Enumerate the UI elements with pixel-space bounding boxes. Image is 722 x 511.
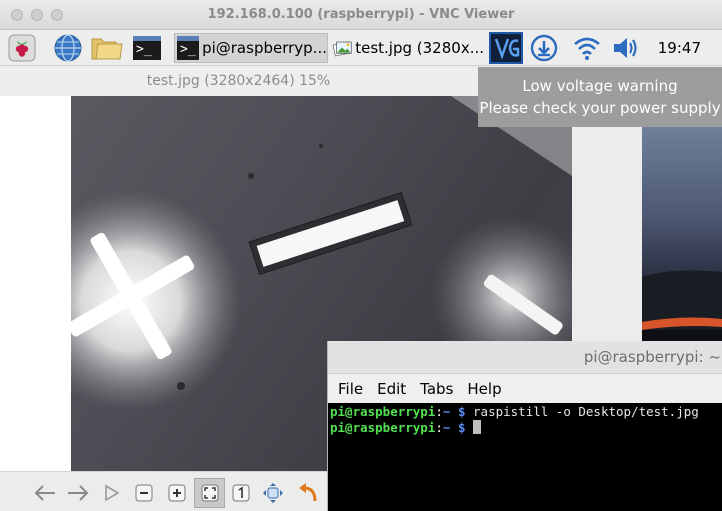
updates-tray-button[interactable] bbox=[528, 33, 560, 63]
volume-tray-button[interactable] bbox=[610, 33, 642, 63]
menu-tabs[interactable]: Tabs bbox=[420, 380, 453, 398]
terminal-line: pi@raspberrypi:~ $ bbox=[330, 420, 721, 436]
file-manager-launcher[interactable] bbox=[90, 33, 124, 63]
fit-window-icon bbox=[201, 484, 218, 502]
download-icon bbox=[530, 34, 558, 62]
low-voltage-tooltip: Low voltage warning Please check your po… bbox=[478, 67, 722, 127]
taskbar-task-label: test.jpg (3280x... bbox=[355, 39, 484, 57]
taskbar-task-terminal[interactable]: >_ pi@raspberryp... bbox=[174, 33, 328, 63]
terminal-window[interactable]: pi@raspberrypi: ~ File Edit Tabs Help pi… bbox=[327, 341, 722, 511]
menu-file[interactable]: File bbox=[338, 380, 363, 398]
image-viewer-toolbar bbox=[0, 471, 330, 511]
terminal-output[interactable]: pi@raspberrypi:~ $ raspistill -o Desktop… bbox=[328, 403, 722, 511]
terminal-icon: >_ bbox=[133, 36, 161, 60]
arrow-left-icon bbox=[34, 485, 55, 501]
full-screen-button[interactable] bbox=[260, 480, 286, 506]
zoom-out-icon bbox=[135, 484, 153, 502]
terminal-menubar: File Edit Tabs Help bbox=[328, 374, 722, 403]
wifi-tray-button[interactable] bbox=[571, 33, 603, 63]
prompt-path: ~ bbox=[442, 420, 451, 435]
rotate-icon bbox=[299, 483, 317, 502]
rotate-button[interactable] bbox=[295, 480, 321, 506]
previous-image-button[interactable] bbox=[32, 480, 58, 506]
menu-help[interactable]: Help bbox=[467, 380, 501, 398]
raspberry-menu-button[interactable] bbox=[6, 33, 38, 63]
terminal-icon: >_ bbox=[177, 36, 200, 60]
zoom-in-icon bbox=[168, 484, 186, 502]
taskbar-task-label: pi@raspberryp... bbox=[202, 39, 327, 57]
window-titlebar[interactable]: 192.168.0.100 (raspberrypi) - VNC Viewer bbox=[0, 0, 722, 30]
tooltip-line-1: Low voltage warning bbox=[522, 77, 678, 95]
tooltip-line-2: Please check your power supply bbox=[479, 99, 721, 117]
taskbar-task-image-viewer[interactable]: test.jpg (3280x... bbox=[332, 33, 484, 63]
terminal-command: raspistill -o Desktop/test.jpg bbox=[473, 404, 699, 419]
arrow-right-icon bbox=[68, 485, 89, 501]
taskbar: >_ >_ pi@raspberryp... test.jpg (3280x..… bbox=[0, 30, 722, 66]
vnc-icon bbox=[489, 32, 523, 64]
globe-icon bbox=[54, 34, 82, 62]
terminal-titlebar[interactable]: pi@raspberrypi: ~ bbox=[328, 341, 722, 374]
actual-size-icon bbox=[232, 484, 250, 502]
zoom-in-button[interactable] bbox=[164, 480, 190, 506]
fullscreen-icon bbox=[263, 483, 283, 503]
image-viewer-icon bbox=[332, 41, 352, 57]
original-size-button[interactable] bbox=[228, 480, 254, 506]
sunset-photo bbox=[642, 270, 722, 341]
prompt-user: pi@raspberrypi bbox=[330, 420, 436, 435]
background-window-photo bbox=[642, 127, 722, 341]
menu-edit[interactable]: Edit bbox=[377, 380, 406, 398]
prompt-path: ~ bbox=[442, 404, 451, 419]
terminal-title: pi@raspberrypi: ~ bbox=[583, 348, 721, 366]
terminal-line: pi@raspberrypi:~ $ raspistill -o Desktop… bbox=[330, 404, 699, 419]
folder-icon bbox=[91, 38, 123, 60]
fit-to-window-button[interactable] bbox=[194, 478, 225, 508]
web-browser-launcher[interactable] bbox=[52, 33, 84, 63]
image-viewer-titlebar[interactable]: test.jpg (3280x2464) 15% bbox=[0, 67, 477, 96]
vnc-server-tray-button[interactable] bbox=[489, 32, 523, 64]
terminal-launcher[interactable]: >_ bbox=[131, 33, 163, 63]
window-title: 192.168.0.100 (raspberrypi) - VNC Viewer bbox=[207, 7, 515, 22]
speaker-icon bbox=[614, 38, 637, 58]
terminal-cursor[interactable] bbox=[473, 420, 482, 434]
prompt-user: pi@raspberrypi bbox=[330, 404, 436, 419]
next-image-button[interactable] bbox=[65, 480, 91, 506]
raspberry-icon bbox=[8, 34, 36, 62]
taskbar-clock[interactable]: 19:47 bbox=[658, 39, 701, 57]
play-icon bbox=[105, 484, 120, 502]
zoom-out-button[interactable] bbox=[131, 480, 157, 506]
wifi-icon bbox=[574, 37, 600, 60]
slideshow-button[interactable] bbox=[98, 480, 124, 506]
